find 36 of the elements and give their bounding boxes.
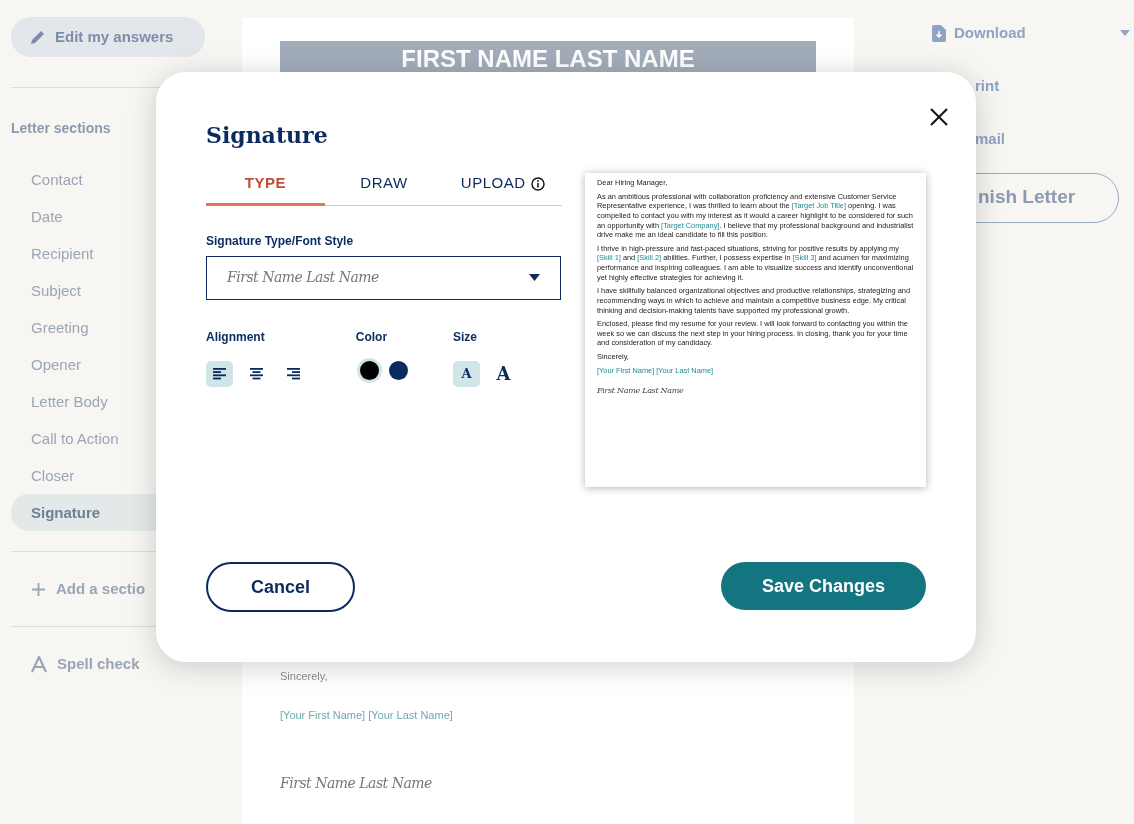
align-center-icon <box>250 367 263 380</box>
closing-text: Sincerely, <box>280 669 329 684</box>
size-small-button[interactable]: A <box>452 360 480 387</box>
align-left-icon <box>213 367 226 380</box>
option-label: Color <box>355 328 389 346</box>
spell-check-link[interactable]: Spell check <box>11 652 140 676</box>
tab[interactable]: DRAW <box>324 166 444 206</box>
signature-text: First Name Last Name <box>280 774 433 793</box>
align-left-button[interactable] <box>206 360 233 387</box>
font-style-dropdown[interactable]: First Name Last Name <box>206 255 561 300</box>
color-swatch[interactable] <box>388 360 408 380</box>
cancel-button[interactable]: Cancel <box>206 562 355 612</box>
option-label: Alignment <box>206 328 266 346</box>
letter-a-icon <box>31 655 47 673</box>
color-swatch[interactable] <box>359 360 379 380</box>
pencil-icon <box>29 28 47 46</box>
field-label: Signature Type/Font Style <box>206 232 355 250</box>
dialog-title: Signature <box>206 122 329 149</box>
name-line: [Your First Name] [Your Last Name] <box>280 707 453 723</box>
font-preview-text: First Name Last Name <box>227 268 379 288</box>
tab[interactable]: TYPE <box>206 166 325 206</box>
option-label: Size <box>452 328 478 346</box>
tab[interactable]: UPLOAD <box>443 166 562 206</box>
download-menu[interactable]: Download <box>932 22 1112 45</box>
edit-answers-button[interactable]: Edit my answers <box>11 17 205 57</box>
caret-down-icon <box>1120 30 1130 37</box>
size-large-button[interactable]: A <box>489 360 517 387</box>
file-download-icon <box>932 24 946 42</box>
add-section-link[interactable]: Add a sectio <box>11 578 146 601</box>
download-label: Download <box>954 23 1026 43</box>
save-changes-button[interactable]: Save Changes <box>721 562 926 610</box>
plus-icon <box>31 581 46 597</box>
preview-signature: First Name Last Name <box>597 385 685 398</box>
caret-down-icon <box>529 274 540 282</box>
align-right-icon <box>287 367 300 380</box>
close-icon <box>930 107 948 126</box>
